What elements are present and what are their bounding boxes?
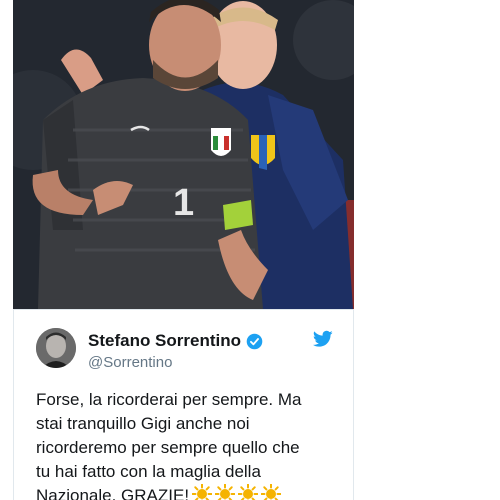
tweet-photo[interactable]: 1 xyxy=(13,0,354,309)
jersey-number: 1 xyxy=(173,182,194,224)
sun-emoji xyxy=(260,483,282,500)
tweet-text-last-line: Nazionale. GRAZIE! xyxy=(36,483,346,500)
twitter-bird-icon[interactable] xyxy=(312,330,333,348)
tweet-text-line: Forse, la ricorderai per sempre. Ma xyxy=(36,390,302,409)
author-name-row: Stefano Sorrentino xyxy=(88,330,263,352)
sun-emoji xyxy=(237,483,259,500)
author-handle[interactable]: @Sorrentino xyxy=(88,354,172,371)
tweet-card[interactable]: Stefano Sorrentino @Sorrentino Forse, la… xyxy=(13,309,354,500)
sun-emoji xyxy=(214,483,236,500)
avatar[interactable] xyxy=(36,328,76,368)
tweet-text-line: tu hai fatto con la maglia della xyxy=(36,462,261,481)
author-display-name[interactable]: Stefano Sorrentino xyxy=(88,331,241,351)
emoji-row xyxy=(189,483,282,500)
tweet-text-line: ricorderemo per sempre quello che xyxy=(36,438,300,457)
page: 1 Stefano Sorrentino @Sorrentino Forse, … xyxy=(0,0,500,500)
photo-illustration: 1 xyxy=(13,0,354,309)
tweet-text: Forse, la ricorderai per sempre. Ma stai… xyxy=(36,388,346,500)
verified-badge-icon xyxy=(246,333,263,350)
sun-emoji xyxy=(191,483,213,500)
avatar-photo xyxy=(36,328,76,368)
tweet-text-line: stai tranquillo Gigi anche noi xyxy=(36,414,250,433)
tweet-text-line: Nazionale. GRAZIE! xyxy=(36,486,190,500)
